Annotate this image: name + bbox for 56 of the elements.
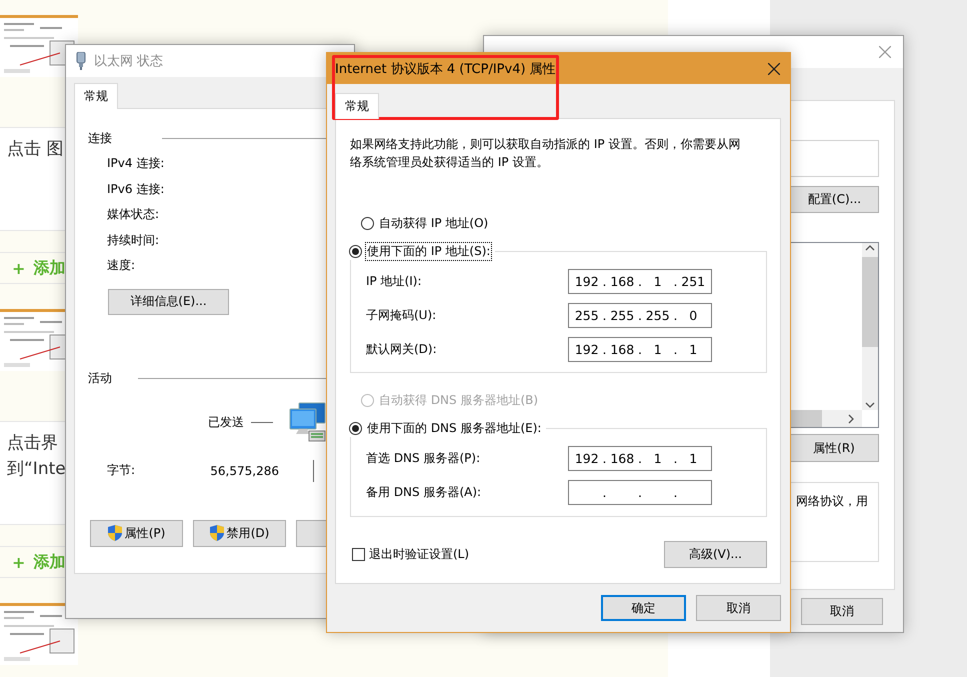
ip-address-field[interactable]: 255 . 255 . 255 . 0	[568, 303, 712, 328]
vertical-scrollbar[interactable]	[862, 243, 878, 410]
caret-up-icon[interactable]	[865, 243, 875, 253]
dialog-title: Internet 协议版本 4 (TCP/IPv4) 属性	[335, 60, 557, 78]
button[interactable]: 取消	[696, 595, 781, 621]
field-label: 速度:	[107, 257, 136, 274]
bytes-label: 字节:	[107, 462, 136, 479]
network-computers-icon	[289, 400, 327, 444]
radio-button[interactable]	[361, 216, 374, 230]
field-label: 备用 DNS 服务器(A):	[366, 484, 482, 501]
field-label: 首选 DNS 服务器(P):	[366, 450, 482, 467]
close-icon[interactable]	[768, 62, 780, 74]
ip-address-field[interactable]: . . .	[568, 480, 712, 505]
field-label: 持续时间:	[107, 232, 160, 248]
field-label: IPv4 连接:	[107, 155, 166, 172]
button[interactable]: 禁用(D)	[193, 520, 286, 546]
article-text: 点击界 到“Inte	[7, 432, 66, 481]
tab[interactable]: 常规	[335, 93, 379, 119]
button[interactable]: 确定	[601, 595, 686, 621]
ip-address-field[interactable]: 192 . 168 . 1 . 1	[568, 337, 712, 362]
network-plug-icon	[76, 52, 86, 70]
button[interactable]: 属性(P)	[90, 520, 183, 546]
radio-button[interactable]	[349, 422, 362, 434]
caret-right-icon[interactable]	[846, 414, 856, 424]
field-label: IPv6 连接:	[107, 180, 166, 198]
configure-button[interactable]: 配置(C)...	[790, 186, 879, 213]
radio-label: 自动获得 DNS 服务器地址(B)	[378, 392, 540, 408]
article-text: 点击 图	[7, 138, 64, 161]
shield-icon	[108, 525, 122, 541]
ip-address-field[interactable]: 192 . 168 . 1 . 251	[568, 269, 712, 294]
section-heading: 活动	[88, 370, 112, 387]
description-text: 网络协议，用	[796, 493, 868, 510]
details-button[interactable]: 详细信息(E)...	[108, 288, 229, 314]
shield-icon	[210, 525, 224, 541]
field-label: 媒体状态:	[107, 206, 160, 223]
section-heading: 连接	[88, 130, 112, 146]
field-label: IP 地址(I):	[366, 273, 423, 290]
description-text: 如果网络支持此功能，则可以获取自动指派的 IP 设置。否则，你需要从网络系统管理员处获得适当的 IP 设置。	[350, 136, 742, 171]
checkbox[interactable]	[352, 548, 365, 561]
properties-button[interactable]: 属性(R)	[789, 434, 879, 462]
tab[interactable]: 常规	[74, 83, 118, 109]
ip-address-field[interactable]: 192 . 168 . 1 . 1	[568, 446, 712, 471]
field-label: 默认网关(D):	[366, 341, 438, 358]
cancel-button[interactable]: 取消	[801, 598, 883, 625]
radio-label[interactable]: 使用下面的 DNS 服务器地址(E):	[366, 420, 542, 436]
bytes-sent-value: 56,575,286	[209, 464, 279, 478]
window-title: 以太网 状态	[94, 53, 164, 70]
field-label: 子网掩码(U):	[366, 307, 438, 324]
checkbox-label[interactable]: 退出时验证设置(L)	[369, 546, 470, 563]
horizontal-scrollbar[interactable]	[790, 410, 862, 427]
advanced-button[interactable]: 高级(V)...	[664, 541, 767, 568]
caret-down-icon[interactable]	[865, 400, 875, 410]
input-field[interactable]	[790, 140, 879, 177]
radio-button[interactable]	[349, 244, 362, 258]
radio-label[interactable]: 自动获得 IP 地址(O)	[378, 214, 490, 232]
sent-label: 已发送	[208, 414, 244, 431]
